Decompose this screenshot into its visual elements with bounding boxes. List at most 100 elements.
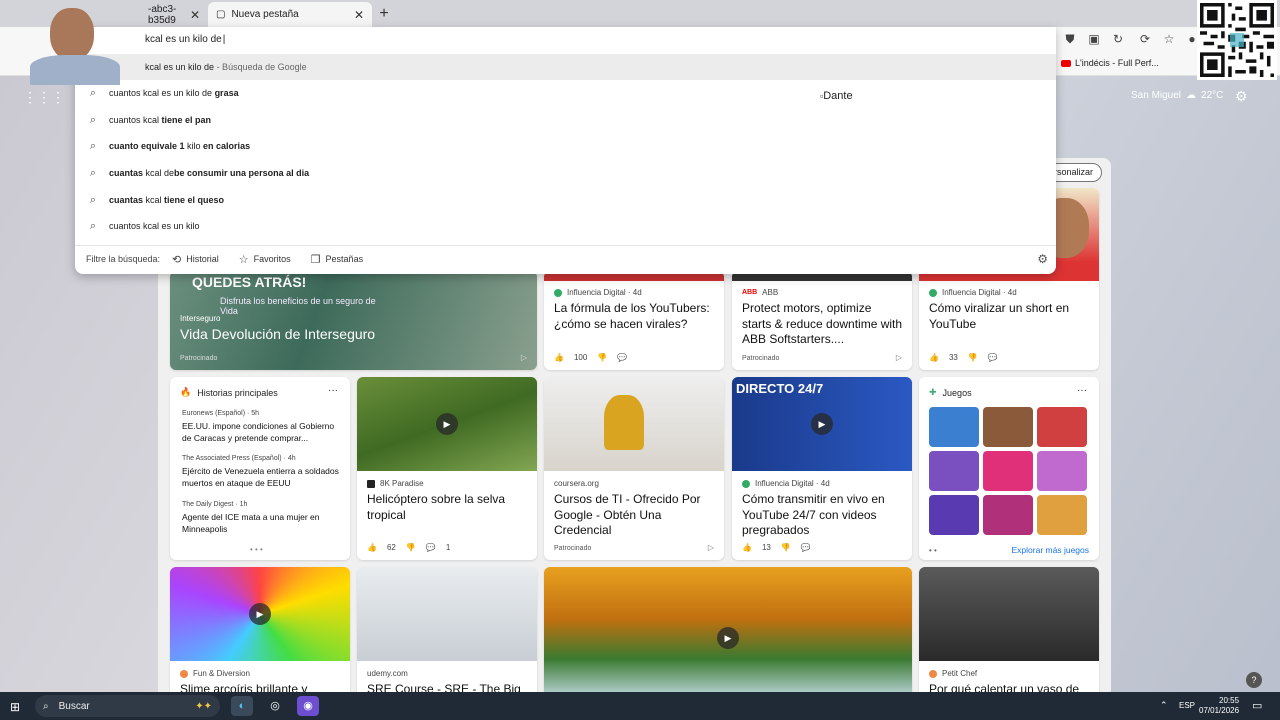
card-title[interactable]: Helicóptero sobre la selva tropical: [367, 492, 529, 523]
card-waterfall[interactable]: ▶: [544, 567, 912, 698]
play-icon[interactable]: ▶: [811, 413, 833, 435]
top-stories-card: 🔥 Historias principales ··· Euronews (Esp…: [170, 377, 350, 560]
like-icon[interactable]: 👍: [367, 543, 377, 552]
sync-icon[interactable]: ⟳: [1138, 32, 1152, 46]
dislike-icon[interactable]: 👎: [597, 353, 607, 362]
game-tile[interactable]: [983, 495, 1033, 535]
ad-info-icon[interactable]: ▷: [521, 353, 527, 362]
card-title[interactable]: Cursos de TI - Ofrecido Por Google - Obt…: [554, 492, 716, 539]
like-icon[interactable]: 👍: [554, 353, 564, 362]
ad-card-interseguro[interactable]: QUEDES ATRÁS! Disfruta los beneficios de…: [170, 271, 537, 370]
dislike-icon[interactable]: 👎: [781, 543, 791, 552]
filter-tabs-button[interactable]: ❐ Pestañas: [311, 253, 363, 266]
page-settings-gear-icon[interactable]: ⚙: [1235, 88, 1248, 105]
ad-card-abb[interactable]: ABB ABB Protect motors, optimize starts &…: [732, 271, 912, 370]
play-icon[interactable]: ▶: [717, 627, 739, 649]
game-tile[interactable]: [929, 495, 979, 535]
suggestion-item[interactable]: ⌕ cuantas kcal debe consumir una persona…: [75, 160, 1056, 186]
refresh-icon[interactable]: ↻: [1111, 32, 1125, 46]
suggestion-item[interactable]: ⌕ cuantas kcal tiene el queso: [75, 187, 1056, 213]
pagination-dots[interactable]: • •: [929, 546, 937, 555]
filter-favorites-button[interactable]: ☆ Favoritos: [239, 253, 291, 266]
suggestion-bold: tiene el pan: [161, 115, 212, 125]
ad-info-icon[interactable]: ▷: [896, 353, 902, 362]
card-helicopter[interactable]: ▶ 8K Paradise Helicóptero sobre la selva…: [357, 377, 537, 560]
game-tile[interactable]: [929, 407, 979, 447]
tab-previous[interactable]: -abc3-b35d9 ✕: [140, 2, 208, 27]
address-bar-input[interactable]: kcal es un kilo de: [145, 34, 225, 45]
suggestion-bold: cuanto equivale 1: [109, 141, 188, 151]
comment-icon[interactable]: 💬: [801, 543, 811, 552]
card-slime[interactable]: ▶ Fun & Diversion Slime arcoíris brillan…: [170, 567, 350, 698]
game-tile[interactable]: [983, 451, 1033, 491]
card-title[interactable]: Cómo transmitir en vivo en YouTube 24/7 …: [742, 492, 904, 539]
close-icon[interactable]: ✕: [190, 8, 200, 22]
settings-gear-icon[interactable]: ⚙: [1037, 252, 1048, 266]
shield-icon[interactable]: ⛊: [1063, 32, 1077, 46]
favorite-item[interactable]: L'indécis - Full Perf...: [1061, 58, 1159, 68]
card-title[interactable]: Protect motors, optimize starts & reduce…: [742, 301, 904, 348]
game-tile[interactable]: [983, 407, 1033, 447]
windows-start-icon[interactable]: ⊞: [10, 700, 20, 714]
taskbar-search-box[interactable]: ⌕ Buscar ✦✦: [35, 695, 220, 717]
more-options-icon[interactable]: ···: [328, 385, 338, 396]
play-icon[interactable]: ▶: [249, 603, 271, 625]
like-icon[interactable]: 👍: [742, 543, 752, 552]
system-clock[interactable]: 20:55 07/01/2026: [1199, 696, 1239, 716]
card-source: 8K Paradise: [380, 479, 424, 488]
suggestion-item[interactable]: ⌕ cuantos kcal tiene el pan: [75, 107, 1056, 133]
game-tile[interactable]: [1037, 495, 1087, 535]
weather-widget[interactable]: San Miguel ☁ 22°C: [1131, 90, 1223, 101]
plus-icon[interactable]: +: [374, 4, 394, 24]
story-title[interactable]: Ejército de Venezuela entierra a soldado…: [182, 465, 342, 489]
play-icon[interactable]: ▶: [436, 413, 458, 435]
card-live[interactable]: DIRECTO 24/7 ▶ Influencia Digital · 4d C…: [732, 377, 912, 560]
language-indicator[interactable]: ESP: [1179, 701, 1195, 710]
ad-card-coursera[interactable]: coursera.org Cursos de TI - Ofrecido Por…: [544, 377, 724, 560]
qr-code-pattern: [1200, 3, 1274, 77]
game-tile[interactable]: [1037, 407, 1087, 447]
tab-new-tab[interactable]: ▢ Nueva pestaña ✕: [208, 2, 372, 27]
favorites-star-icon[interactable]: ☆: [1162, 32, 1176, 46]
chrome-app-icon[interactable]: ◎: [264, 696, 286, 716]
help-icon[interactable]: ?: [1246, 672, 1262, 688]
top-story-item[interactable]: Euronews (Español) · 5h EE.UU. impone co…: [182, 410, 342, 444]
comment-icon[interactable]: 💬: [426, 543, 436, 552]
like-icon[interactable]: 👍: [929, 353, 939, 362]
card-chef[interactable]: Petit Chef Por qué calentar un vaso de: [919, 567, 1099, 698]
filter-favorites-label: Favoritos: [253, 254, 291, 264]
edge-app-icon[interactable]: ◐: [231, 696, 253, 716]
pagination-dots[interactable]: • • •: [250, 545, 263, 554]
game-tile[interactable]: [1037, 451, 1087, 491]
tray-chevron-icon[interactable]: ⌃: [1160, 700, 1168, 711]
game-tile[interactable]: [929, 451, 979, 491]
app-icon[interactable]: ◉: [297, 696, 319, 716]
ad-info-icon[interactable]: ▷: [708, 543, 714, 552]
ad-card-sre[interactable]: udemy.com SRE Course - SRE - The Big: [357, 567, 537, 698]
comment-icon[interactable]: 💬: [988, 353, 998, 362]
card-title[interactable]: La fórmula de los YouTubers: ¿cómo se ha…: [554, 301, 716, 332]
story-title[interactable]: EE.UU. impone condiciones al Gobierno de…: [182, 420, 342, 444]
comment-icon[interactable]: 💬: [617, 353, 627, 362]
suggestion-item[interactable]: kcal es un kilo de - Búsqueda de Google …: [75, 54, 1056, 102]
card-youtubers[interactable]: Influencia Digital · 4d La fórmula de lo…: [544, 271, 724, 370]
dislike-icon[interactable]: 👎: [968, 353, 978, 362]
card-title[interactable]: Vida Devolución de Interseguro: [180, 326, 529, 343]
notification-icon[interactable]: ▭: [1252, 699, 1262, 712]
suggestion-item[interactable]: ⌕ cuanto equivale 1 kilo en calorias: [75, 133, 1056, 159]
card-title[interactable]: Cómo viralizar un short en YouTube: [929, 301, 1091, 332]
suggestion-item[interactable]: ⌕ cuantos kcal es un kilo de grasa: [75, 80, 1056, 106]
close-icon[interactable]: ✕: [354, 8, 364, 22]
extension-icon[interactable]: ▣: [1087, 32, 1101, 46]
explore-games-link[interactable]: Explorar más juegos: [1012, 545, 1089, 555]
qr-code: [1197, 0, 1277, 80]
top-story-item[interactable]: The Associated Press (Español) · 4h Ejér…: [182, 455, 342, 489]
apps-grid-icon[interactable]: ⋮⋮⋮: [23, 89, 65, 106]
top-story-item[interactable]: The Daily Digest · 1h Agente del ICE mat…: [182, 501, 342, 535]
dislike-icon[interactable]: 👎: [406, 543, 416, 552]
filter-history-button[interactable]: ⟲ Historial: [172, 253, 219, 266]
story-title[interactable]: Agente del ICE mata a una mujer en Minne…: [182, 511, 342, 535]
suggestion-text: kcal: [145, 195, 162, 205]
suggestion-item[interactable]: ⌕ cuantos kcal es un kilo: [75, 213, 1056, 239]
more-options-icon[interactable]: ···: [1077, 385, 1087, 396]
